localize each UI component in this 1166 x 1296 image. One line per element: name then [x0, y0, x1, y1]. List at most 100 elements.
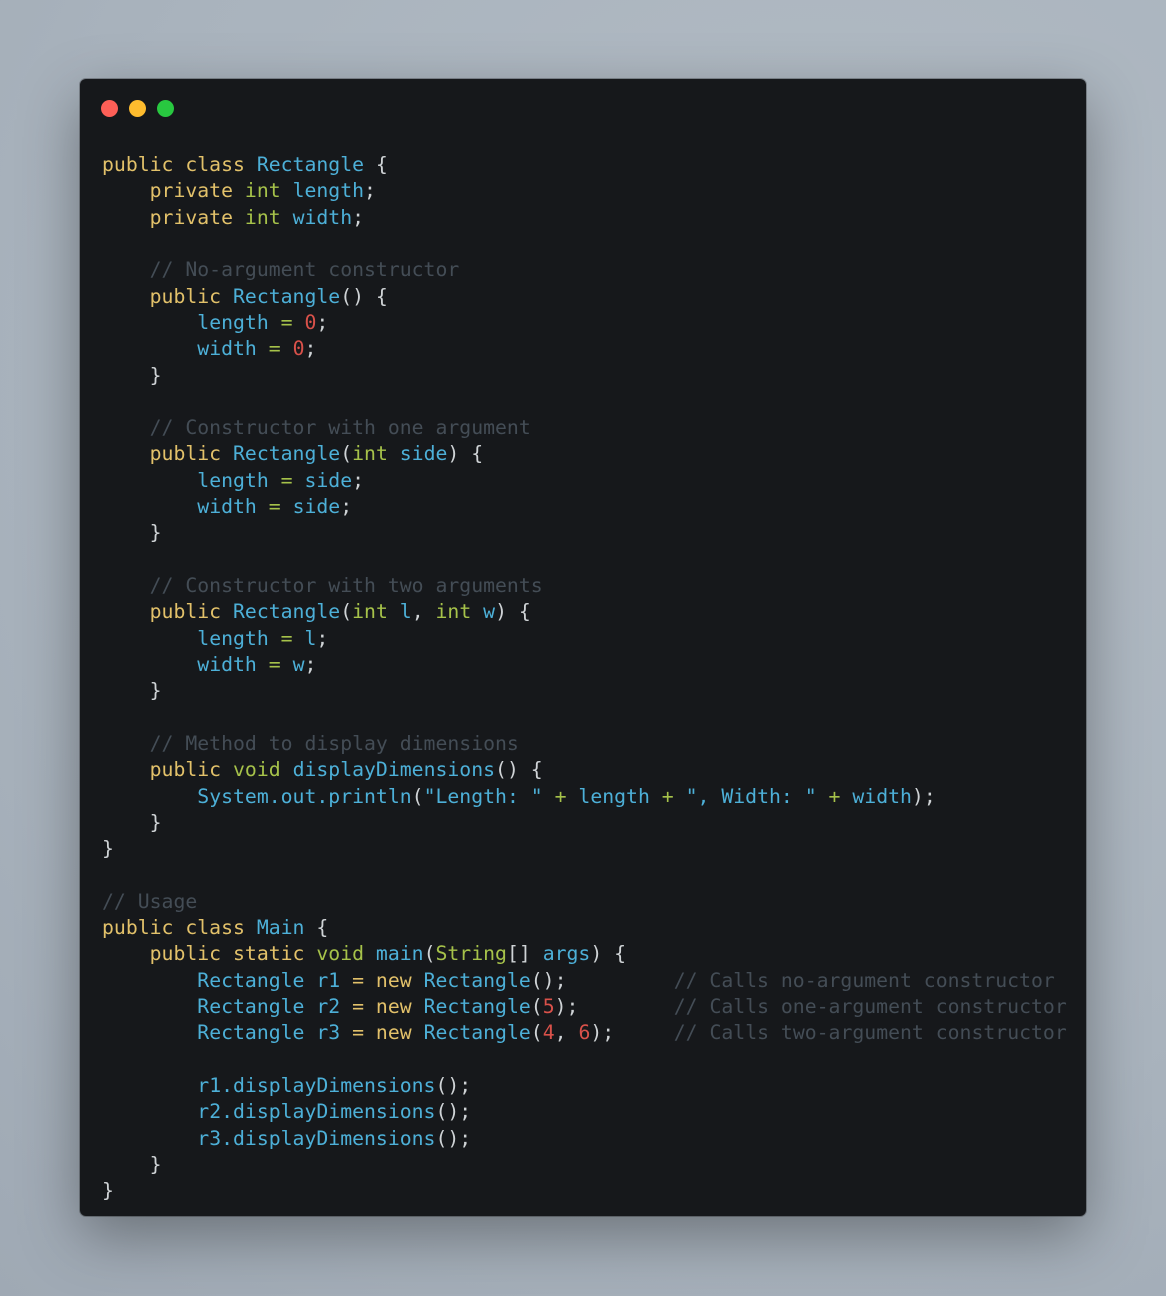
code-line: // No-argument constructor	[102, 257, 1067, 283]
code-line: }	[102, 810, 1067, 836]
code-line: r3.displayDimensions();	[102, 1126, 1067, 1152]
code-line: // Method to display dimensions	[102, 731, 1067, 757]
identifier-token: w	[292, 652, 305, 676]
punctuation-token: ;	[352, 205, 365, 229]
punctuation-token: ) {	[447, 442, 484, 466]
punctuation-token: ();	[530, 968, 567, 992]
punctuation-token: ) {	[590, 942, 627, 966]
punctuation-token: ;	[340, 495, 353, 519]
punctuation-token: }	[102, 363, 162, 387]
identifier-token: l	[304, 626, 317, 650]
punctuation-token: []	[506, 942, 543, 966]
comment-token: // Constructor with two arguments	[149, 574, 543, 597]
comment-token: // Calls no-argument constructor	[673, 968, 1055, 992]
code-window: public class Rectangle { private int len…	[80, 79, 1086, 1216]
code-line: public Rectangle(int l, int w) {	[102, 599, 1067, 625]
code-line: length = side;	[102, 468, 1067, 494]
type-token: void	[233, 758, 293, 782]
comment-token: // Constructor with one argument	[149, 416, 531, 440]
comment-token: // Method to display dimensions	[149, 731, 519, 755]
punctuation-token: ();	[435, 1073, 472, 1097]
code-line: public Rectangle(int side) {	[102, 441, 1067, 467]
identifier-token: length	[197, 468, 281, 492]
punctuation-token: ();	[435, 1100, 472, 1124]
punctuation-token: ();	[435, 1126, 472, 1150]
punctuation-token: ) {	[495, 600, 531, 624]
keyword-token: public	[149, 284, 234, 308]
punctuation-token: (	[411, 784, 424, 808]
code-line: private int length;	[102, 178, 1067, 204]
type-token: int	[244, 179, 293, 203]
number-literal-token: 0	[292, 337, 305, 361]
keyword-token: public class	[102, 916, 257, 940]
identifier-token: width	[197, 652, 269, 676]
identifier-token: Main	[256, 916, 305, 940]
punctuation-token	[102, 732, 150, 755]
identifier-token: Rectangle	[233, 442, 341, 466]
keyword-operator-token: = new	[352, 968, 424, 992]
punctuation-token	[102, 495, 197, 518]
identifier-token: length	[197, 626, 281, 650]
close-button[interactable]	[101, 100, 118, 117]
comment-token: // Usage	[102, 889, 198, 913]
number-literal-token: 6	[578, 1021, 591, 1045]
keyword-token: private	[149, 179, 245, 203]
code-line: Rectangle r2 = new Rectangle(5); // Call…	[102, 994, 1067, 1020]
number-literal-token: 0	[304, 310, 317, 334]
minimize-button[interactable]	[129, 100, 146, 117]
punctuation-token: ;	[304, 337, 317, 361]
identifier-token: length	[197, 310, 281, 334]
identifier-token: r2.displayDimensions	[197, 1100, 436, 1124]
code-line: length = 0;	[102, 310, 1067, 336]
punctuation-token	[102, 416, 150, 439]
identifier-token: w	[483, 600, 496, 624]
punctuation-token: (	[423, 942, 436, 966]
punctuation-token	[102, 1127, 197, 1150]
operator-token: +	[554, 784, 579, 808]
keyword-token: private	[149, 205, 245, 229]
type-token: int	[352, 600, 400, 624]
comment-token: // Calls two-argument constructor	[673, 1021, 1067, 1045]
identifier-token: side	[292, 495, 341, 519]
punctuation-token: (	[530, 1021, 543, 1045]
code-line: }	[102, 520, 1067, 546]
code-line: length = l;	[102, 626, 1067, 652]
code-line: width = 0;	[102, 336, 1067, 362]
type-token: String	[435, 942, 507, 966]
punctuation-token	[102, 1100, 197, 1123]
code-line: public Rectangle() {	[102, 284, 1067, 310]
identifier-token: Rectangle r1	[197, 968, 353, 992]
operator-token: =	[268, 337, 293, 361]
identifier-token: Rectangle r3	[197, 1021, 353, 1045]
code-block: public class Rectangle { private int len…	[102, 152, 1067, 1205]
operator-token: =	[268, 495, 293, 519]
identifier-token: length	[578, 784, 662, 808]
keyword-operator-token: = new	[352, 995, 424, 1018]
punctuation-token: (	[530, 995, 543, 1018]
punctuation-token: ;	[316, 626, 329, 650]
punctuation-token	[102, 442, 150, 465]
identifier-token: Rectangle	[423, 995, 531, 1018]
punctuation-token: (	[340, 600, 353, 624]
punctuation-token	[578, 995, 673, 1018]
identifier-token: length	[292, 179, 365, 203]
punctuation-token: );	[911, 784, 936, 808]
operator-token: =	[280, 310, 305, 334]
identifier-token: ", Width: "	[685, 784, 829, 808]
identifier-token: System.out.println	[197, 784, 412, 808]
punctuation-token	[567, 969, 674, 992]
code-line: }	[102, 1152, 1067, 1178]
punctuation-token	[102, 206, 150, 229]
code-line: r2.displayDimensions();	[102, 1099, 1067, 1125]
number-literal-token: 4	[542, 1021, 555, 1045]
punctuation-token	[102, 574, 150, 597]
punctuation-token	[102, 258, 150, 281]
punctuation-token: }	[102, 1179, 114, 1203]
keyword-token: public static	[149, 942, 317, 966]
maximize-button[interactable]	[157, 100, 174, 117]
operator-token: +	[661, 784, 686, 808]
